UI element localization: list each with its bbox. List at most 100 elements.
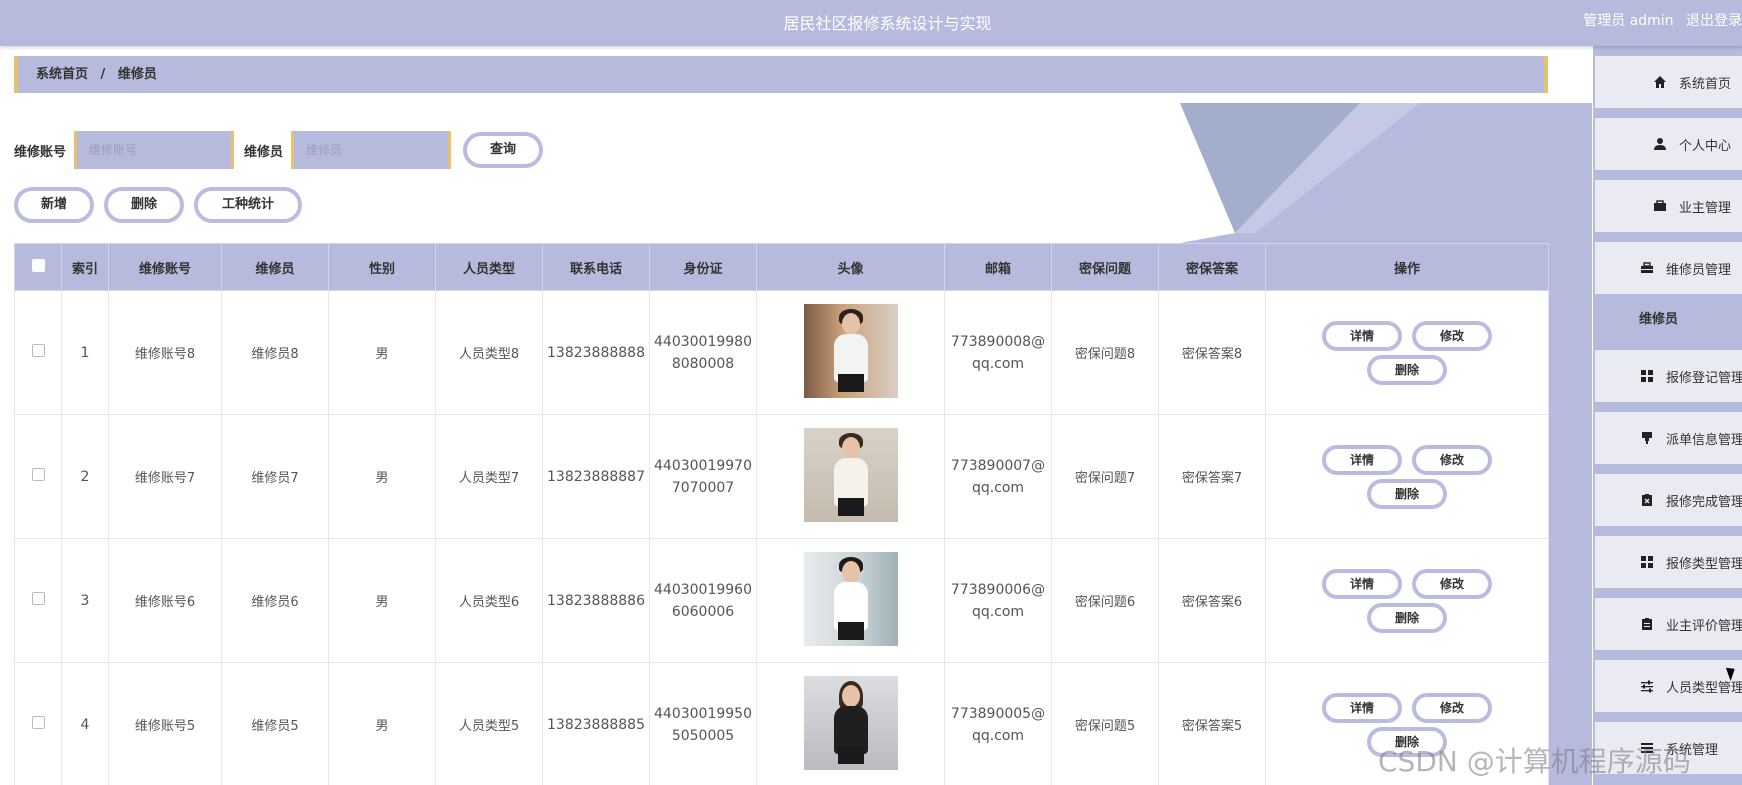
edit-button[interactable]: 修改	[1412, 444, 1492, 475]
app-title: 居民社区报修系统设计与实现	[783, 14, 992, 33]
row-delete-button[interactable]: 删除	[1367, 354, 1447, 385]
action-bar: 新增 删除 工种统计	[14, 187, 312, 223]
detail-button[interactable]: 详情	[1322, 692, 1402, 723]
header-gender: 性别	[328, 243, 436, 291]
breadcrumb-home[interactable]: 系统首页	[36, 67, 88, 82]
cell-avatar	[756, 538, 945, 663]
sidebar-item-repair-type[interactable]: 报修类型管理	[1595, 536, 1742, 588]
table-row: 4 维修账号5 维修员5 男 人员类型5 13823888885 4403001…	[14, 662, 1549, 785]
top-header: 居民社区报修系统设计与实现 管理员 admin 退出登录	[0, 0, 1742, 46]
id-card-line1: 44030019980	[654, 333, 752, 350]
cell-index: 1	[61, 290, 109, 415]
table-row: 1 维修账号8 维修员8 男 人员类型8 13823888888 4403001…	[14, 290, 1549, 415]
cell-avatar	[756, 414, 945, 539]
id-card-line2: 5050005	[671, 727, 735, 744]
avatar-photo	[803, 675, 898, 770]
cell-id-card: 44030019950 5050005	[649, 662, 757, 785]
edit-button[interactable]: 修改	[1412, 692, 1492, 723]
add-button[interactable]: 新增	[14, 187, 94, 223]
cell-name: 维修员8	[221, 290, 329, 415]
edit-button[interactable]: 修改	[1412, 568, 1492, 599]
cell-index: 3	[61, 538, 109, 663]
detail-button[interactable]: 详情	[1322, 568, 1402, 599]
sidebar-subitem-repairman[interactable]: 维修员	[1595, 296, 1742, 344]
name-search-label: 维修员	[244, 144, 284, 160]
breadcrumb-current: 维修员	[117, 67, 157, 82]
cell-question: 密保问题5	[1051, 662, 1159, 785]
cell-account: 维修账号6	[108, 538, 222, 663]
account-search-label: 维修账号	[14, 144, 67, 160]
cell-question: 密保问题6	[1051, 538, 1159, 663]
email-line2: qq.com	[971, 727, 1025, 744]
cell-phone: 13823888885	[542, 662, 650, 785]
header-phone: 联系电话	[542, 243, 650, 291]
sidebar-item-repairman-management[interactable]: 维修员管理	[1595, 242, 1742, 294]
row-select-cell	[14, 290, 62, 415]
detail-button[interactable]: 详情	[1322, 320, 1402, 351]
row-checkbox[interactable]	[31, 592, 45, 605]
sidebar-item-owner-review[interactable]: 业主评价管理	[1595, 598, 1742, 650]
search-bar: 维修账号 维修员 查询	[14, 130, 544, 170]
watermark: CSDN @计算机程序源码	[1378, 745, 1691, 778]
cell-avatar	[756, 290, 945, 415]
cell-email: 773890006@ qq.com	[944, 538, 1052, 663]
repairman-table: 索引 维修账号 维修员 性别 人员类型 联系电话 身份证 头像 邮箱 密保问题 …	[14, 243, 1549, 785]
email-line2: qq.com	[971, 355, 1025, 372]
cell-gender: 男	[328, 414, 436, 539]
clipboard-x-icon	[1640, 493, 1654, 507]
name-search-input[interactable]	[291, 131, 452, 169]
grid-icon	[1640, 555, 1654, 569]
cell-gender: 男	[328, 538, 436, 663]
stats-button[interactable]: 工种统计	[194, 187, 302, 223]
sidebar-item-repair-registration[interactable]: 报修登记管理	[1595, 350, 1742, 402]
detail-button[interactable]: 详情	[1322, 444, 1402, 475]
delete-button[interactable]: 删除	[104, 187, 184, 223]
sidebar-item-label: 报修完成管理	[1666, 494, 1742, 510]
sidebar-item-home[interactable]: 系统首页	[1595, 56, 1742, 108]
row-checkbox[interactable]	[31, 468, 45, 481]
sidebar-item-dispatch[interactable]: 派单信息管理	[1595, 412, 1742, 464]
breadcrumb-separator: /	[100, 67, 106, 82]
cell-type: 人员类型7	[435, 414, 543, 539]
cell-question: 密保问题8	[1051, 290, 1159, 415]
cell-id-card: 44030019970 7070007	[649, 414, 757, 539]
header-question: 密保问题	[1051, 243, 1159, 291]
sidebar: 系统首页 个人中心 业主管理 维修员管理 维修员 报修登记管理 派单信息管理 报…	[1593, 46, 1742, 785]
edit-button[interactable]: 修改	[1412, 320, 1492, 351]
avatar-photo	[803, 303, 898, 398]
header-index: 索引	[61, 243, 109, 291]
cell-operations: 详情 修改 删除	[1265, 414, 1549, 539]
query-button[interactable]: 查询	[463, 132, 544, 168]
cell-answer: 密保答案5	[1158, 662, 1266, 785]
cell-phone: 13823888886	[542, 538, 650, 663]
email-line1: 773890007@	[950, 457, 1046, 474]
sidebar-item-label: 报修登记管理	[1666, 370, 1742, 386]
cell-name: 维修员7	[221, 414, 329, 539]
id-card-line2: 7070007	[671, 479, 735, 496]
cell-question: 密保问题7	[1051, 414, 1159, 539]
header-operations: 操作	[1265, 243, 1549, 291]
row-checkbox[interactable]	[31, 344, 45, 357]
sidebar-item-profile[interactable]: 个人中心	[1595, 118, 1742, 170]
sidebar-item-label: 业主评价管理	[1666, 618, 1742, 634]
row-delete-button[interactable]: 删除	[1367, 478, 1447, 509]
account-search-input[interactable]	[74, 131, 235, 169]
sidebar-item-personnel-type[interactable]: 人员类型管理	[1595, 660, 1742, 712]
select-all-header	[14, 243, 62, 291]
row-checkbox[interactable]	[31, 716, 45, 729]
sidebar-item-label: 个人中心	[1679, 138, 1732, 154]
cell-avatar	[756, 662, 945, 785]
logout-link[interactable]: 退出登录	[1686, 13, 1742, 29]
cell-phone: 13823888887	[542, 414, 650, 539]
sidebar-item-owners[interactable]: 业主管理	[1595, 180, 1742, 232]
cell-id-card: 44030019980 8080008	[649, 290, 757, 415]
sidebar-item-repair-completion[interactable]: 报修完成管理	[1595, 474, 1742, 526]
cell-answer: 密保答案7	[1158, 414, 1266, 539]
select-all-checkbox[interactable]	[31, 258, 45, 272]
cell-gender: 男	[328, 290, 436, 415]
sidebar-item-label: 报修类型管理	[1666, 556, 1742, 572]
row-delete-button[interactable]: 删除	[1367, 602, 1447, 633]
cell-operations: 详情 修改 删除	[1265, 290, 1549, 415]
avatar-photo	[803, 427, 898, 522]
sidebar-item-label: 维修员管理	[1666, 262, 1732, 278]
